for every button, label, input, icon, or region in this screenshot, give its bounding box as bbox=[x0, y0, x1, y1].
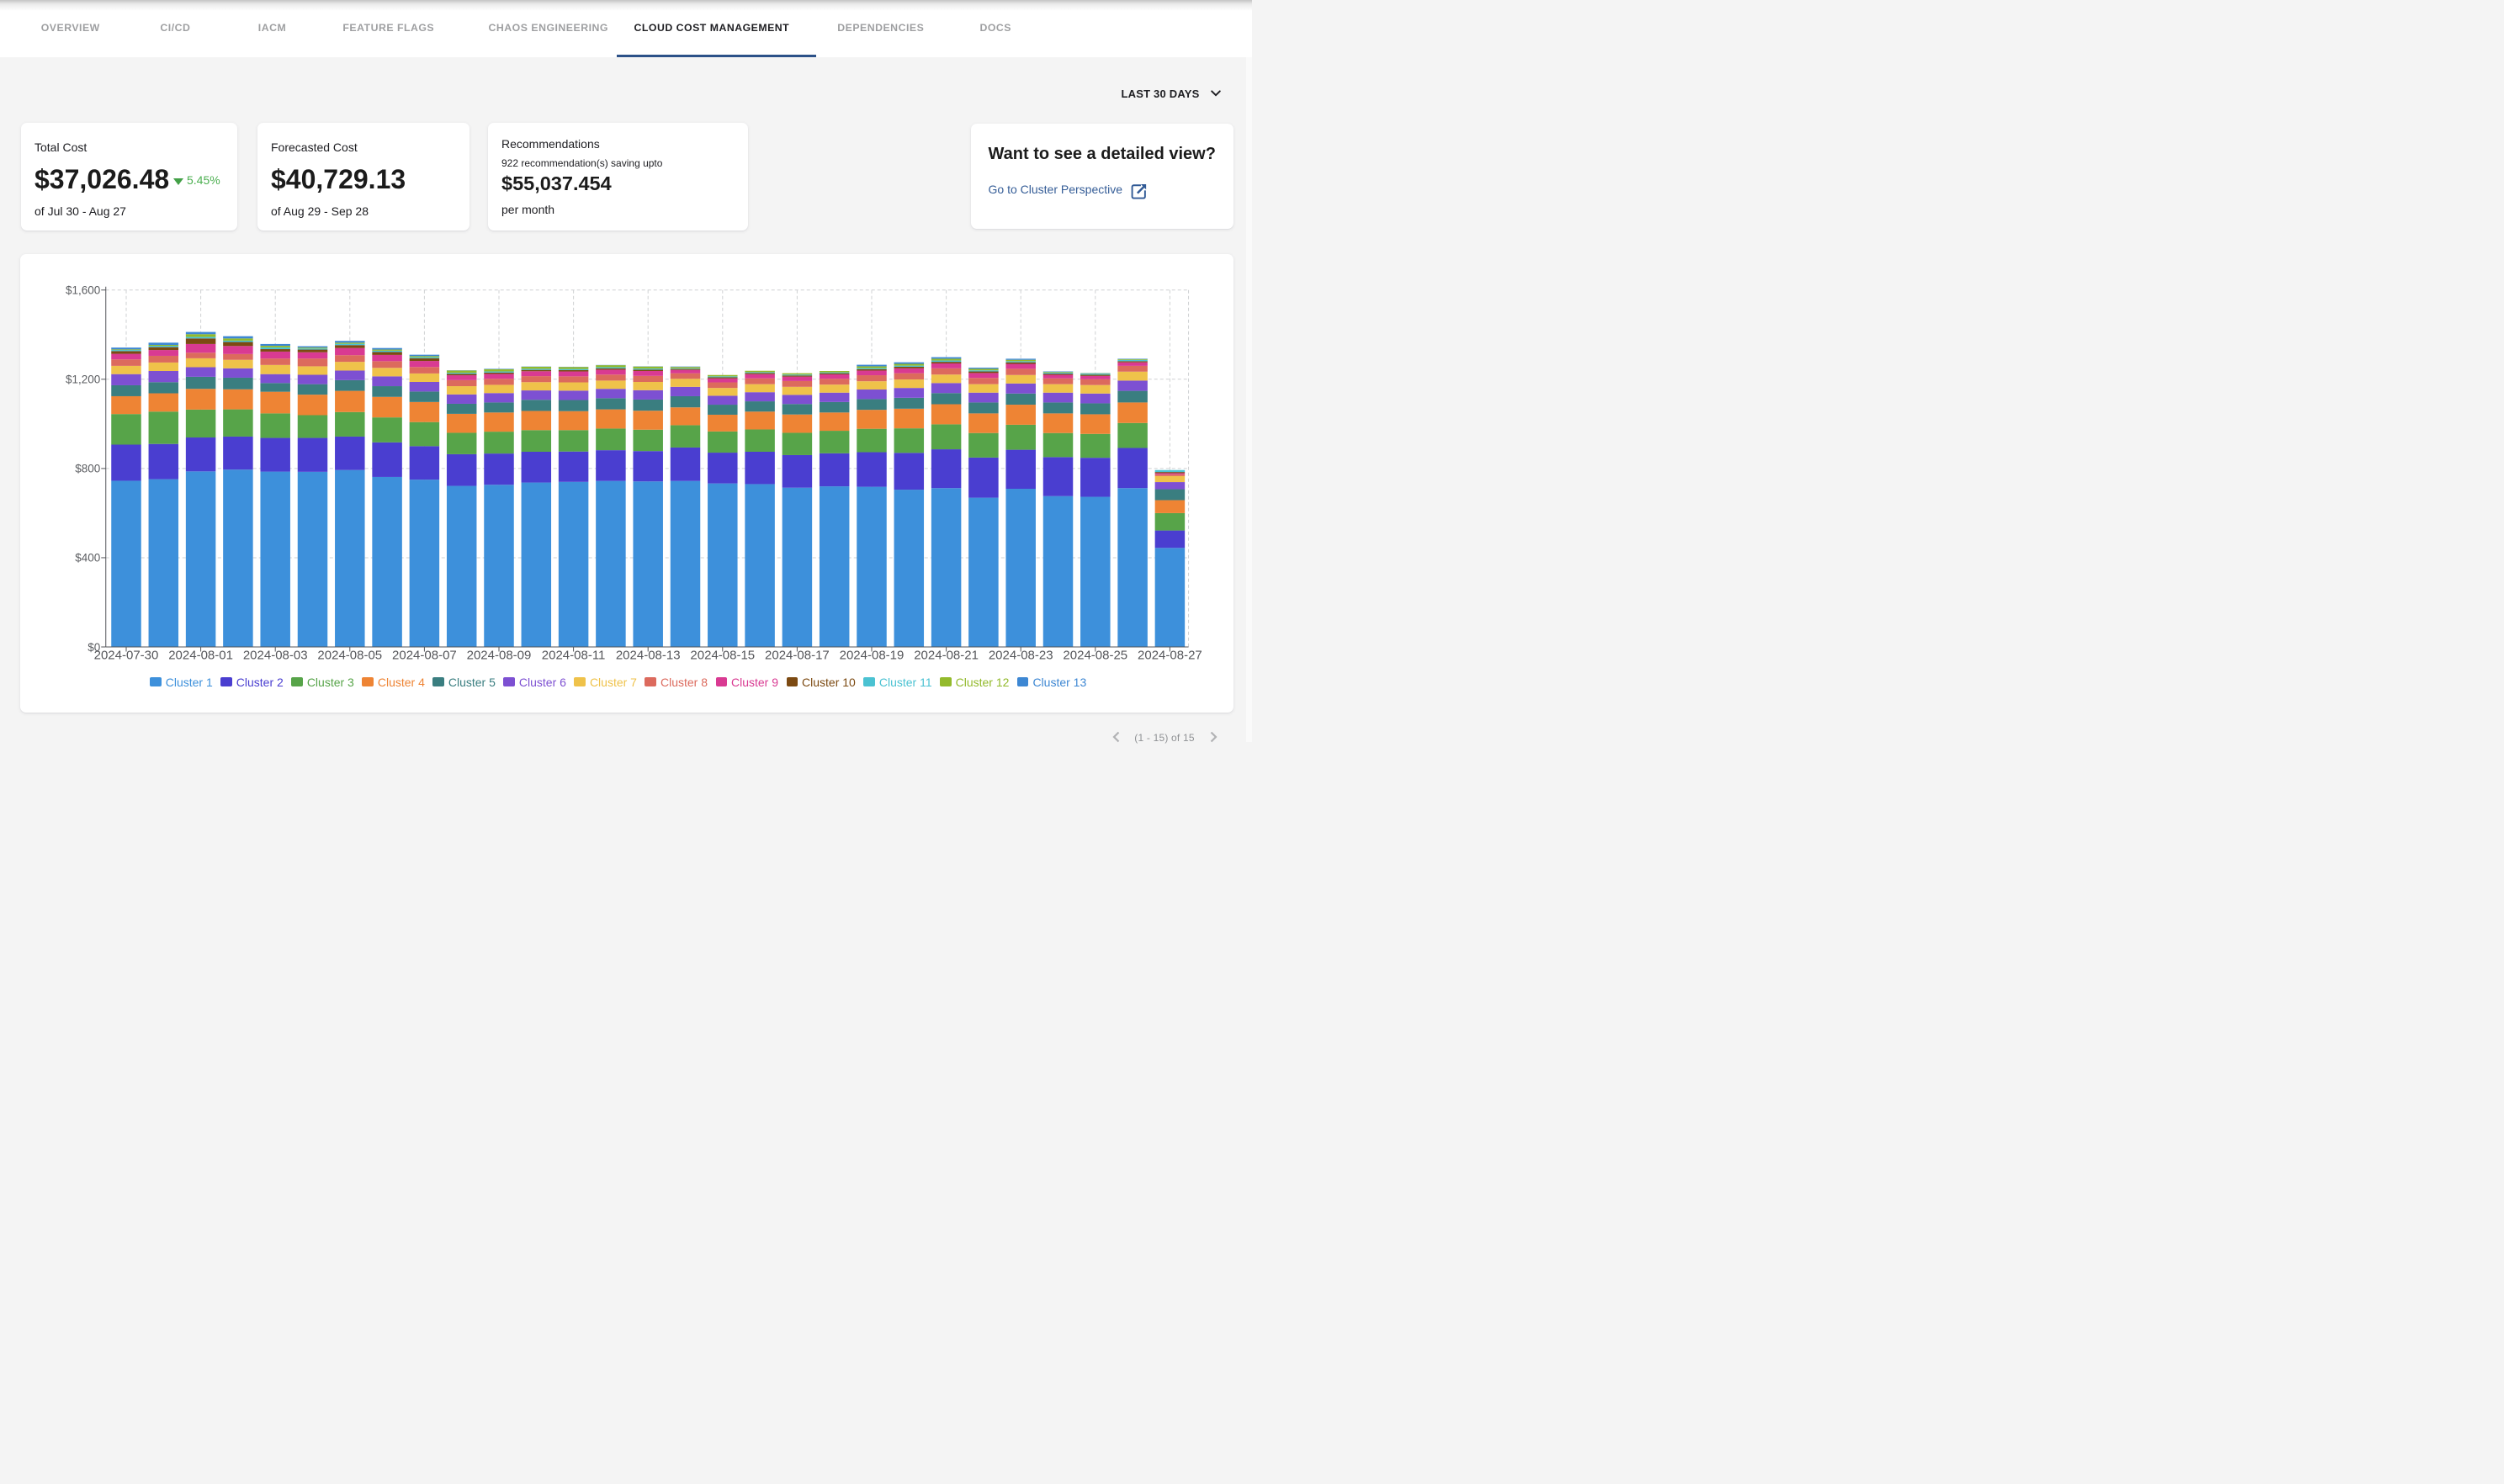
svg-text:2024-08-01: 2024-08-01 bbox=[168, 648, 233, 662]
svg-text:2024-08-05: 2024-08-05 bbox=[317, 648, 382, 662]
svg-text:2024-08-09: 2024-08-09 bbox=[466, 648, 531, 662]
svg-text:2024-08-21: 2024-08-21 bbox=[914, 648, 979, 662]
svg-text:2024-08-27: 2024-08-27 bbox=[1138, 648, 1202, 662]
svg-text:2024-08-07: 2024-08-07 bbox=[392, 648, 457, 662]
svg-text:2024-08-11: 2024-08-11 bbox=[541, 648, 605, 662]
svg-text:2024-08-17: 2024-08-17 bbox=[765, 648, 830, 662]
svg-text:$400: $400 bbox=[75, 552, 100, 564]
svg-text:2024-08-23: 2024-08-23 bbox=[988, 648, 1053, 662]
svg-text:2024-08-15: 2024-08-15 bbox=[690, 648, 755, 662]
svg-text:$1,600: $1,600 bbox=[65, 284, 99, 297]
svg-text:2024-08-19: 2024-08-19 bbox=[839, 648, 904, 662]
svg-text:2024-08-03: 2024-08-03 bbox=[242, 648, 307, 662]
svg-text:$1,200: $1,200 bbox=[65, 374, 99, 386]
svg-text:2024-07-30: 2024-07-30 bbox=[93, 648, 158, 662]
svg-text:2024-08-13: 2024-08-13 bbox=[615, 648, 680, 662]
svg-text:$800: $800 bbox=[75, 463, 100, 475]
svg-text:2024-08-25: 2024-08-25 bbox=[1063, 648, 1127, 662]
